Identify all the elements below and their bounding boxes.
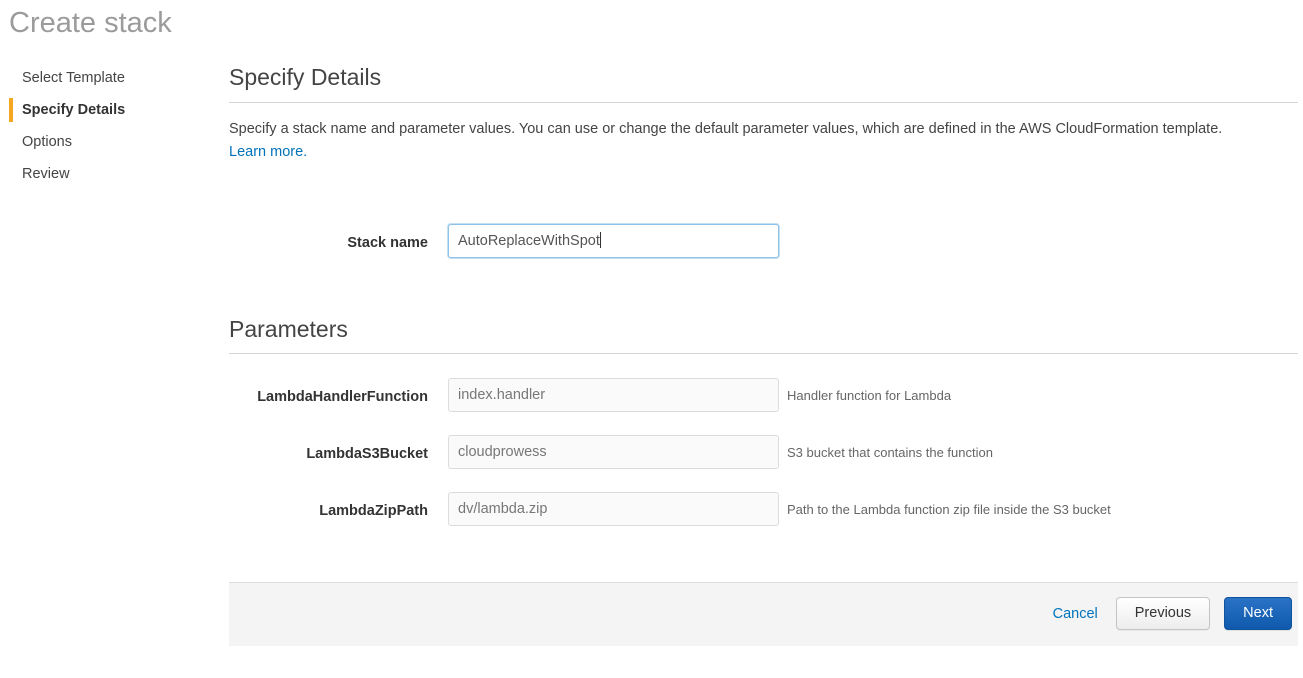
sidebar-item-label: Select Template — [22, 70, 125, 86]
parameter-input[interactable]: index.handler — [448, 378, 779, 412]
create-stack-page: Create stack Select Template Specify Det… — [0, 0, 1303, 678]
parameter-help-text: Path to the Lambda function zip file ins… — [787, 502, 1111, 517]
specify-details-heading: Specify Details — [229, 64, 382, 90]
description-text: Specify a stack name and parameter value… — [229, 121, 1223, 137]
parameter-help-text: S3 bucket that contains the function — [787, 445, 993, 460]
sidebar-item-options[interactable]: Options — [0, 126, 210, 158]
next-button[interactable]: Next — [1224, 597, 1292, 630]
stack-name-value: AutoReplaceWithSpot — [458, 233, 600, 249]
heading-divider — [229, 102, 1298, 103]
main-content: Specify Details Specify a stack name and… — [229, 0, 1298, 526]
parameter-row: LambdaHandlerFunction index.handler Hand… — [229, 378, 1298, 416]
stack-name-field-wrap: AutoReplaceWithSpot — [448, 224, 779, 258]
specify-details-description: Specify a stack name and parameter value… — [229, 119, 1298, 163]
footer-action-bar: Cancel Previous Next — [229, 582, 1298, 646]
parameter-row: LambdaS3Bucket cloudprowess S3 bucket th… — [229, 435, 1298, 473]
sidebar-item-label: Options — [22, 134, 72, 150]
sidebar-item-specify-details[interactable]: Specify Details — [0, 94, 210, 126]
learn-more-link[interactable]: Learn more. — [229, 142, 1298, 163]
stack-name-label: Stack name — [347, 235, 428, 251]
parameters-divider — [229, 353, 1298, 354]
parameter-field-wrap: index.handler — [448, 378, 779, 412]
parameters-heading: Parameters — [229, 316, 348, 342]
footer-actions: Cancel Previous Next — [1049, 597, 1292, 630]
parameter-input[interactable]: dv/lambda.zip — [448, 492, 779, 526]
parameter-label: LambdaHandlerFunction — [257, 389, 428, 405]
page-title: Create stack — [9, 7, 172, 39]
sidebar-item-select-template[interactable]: Select Template — [0, 62, 210, 94]
parameter-row: LambdaZipPath dv/lambda.zip Path to the … — [229, 492, 1298, 530]
parameter-label: LambdaS3Bucket — [306, 446, 428, 462]
wizard-step-nav: Select Template Specify Details Options … — [0, 62, 210, 190]
text-caret — [599, 232, 601, 248]
sidebar-item-label: Review — [22, 166, 70, 182]
sidebar-item-label: Specify Details — [22, 102, 126, 118]
parameter-field-wrap: dv/lambda.zip — [448, 492, 779, 526]
stack-name-row: Stack name AutoReplaceWithSpot — [229, 224, 1298, 262]
parameter-field-wrap: cloudprowess — [448, 435, 779, 469]
sidebar-item-review[interactable]: Review — [0, 158, 210, 190]
stack-name-input[interactable]: AutoReplaceWithSpot — [448, 224, 779, 258]
parameter-input[interactable]: cloudprowess — [448, 435, 779, 469]
parameter-help-text: Handler function for Lambda — [787, 388, 952, 403]
active-step-indicator — [9, 98, 13, 122]
cancel-button[interactable]: Cancel — [1049, 606, 1102, 622]
previous-button[interactable]: Previous — [1115, 597, 1211, 630]
parameter-label: LambdaZipPath — [319, 503, 428, 519]
